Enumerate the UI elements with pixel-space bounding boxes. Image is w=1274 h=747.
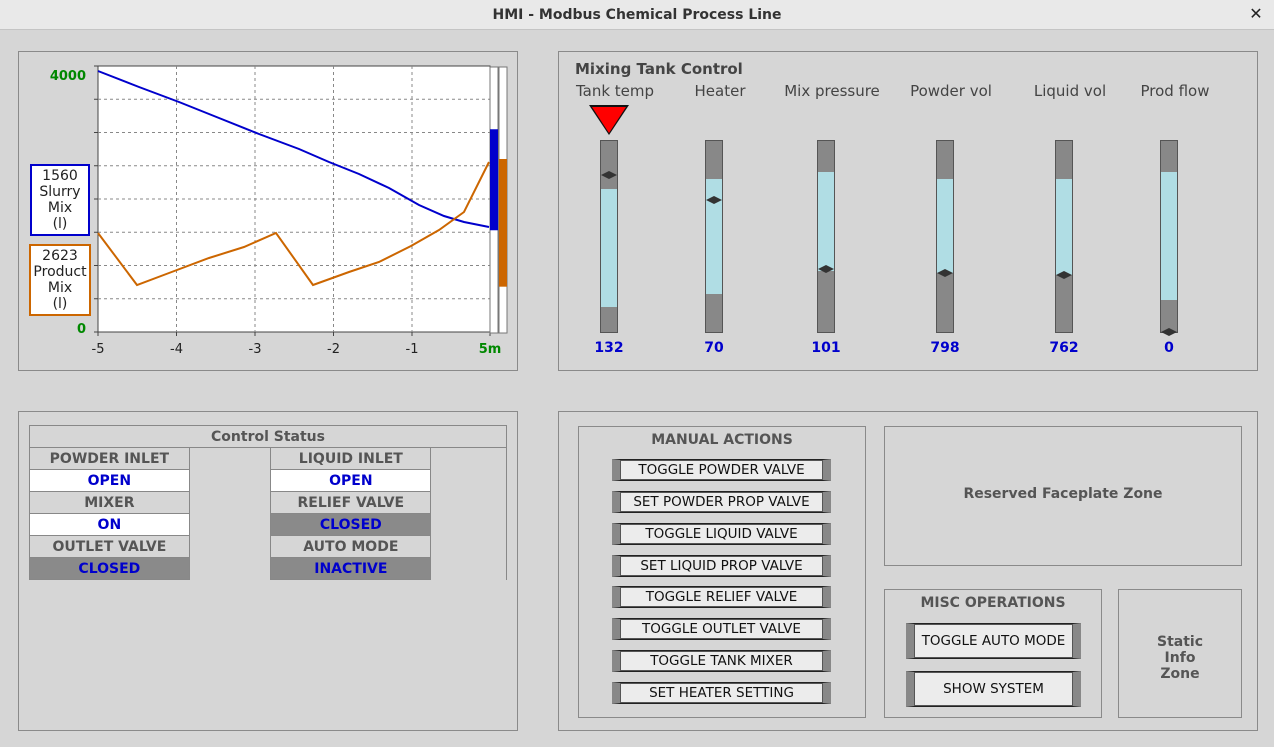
alarm-triangle-icon <box>592 107 626 133</box>
gauge-fill <box>937 179 953 273</box>
gauge-value: 798 <box>930 340 960 356</box>
legend-slurry-line3: (l) <box>52 216 68 232</box>
toggle-auto-mode-button[interactable]: TOGGLE AUTO MODE <box>906 623 1081 659</box>
trend-panel: 4000 0 -5 -4 -3 -2 -1 5m 1560 Slurry Mix (l) 26… <box>18 51 518 371</box>
x-axis-tick-label: -2 <box>327 342 340 357</box>
static-zone-line3: Zone <box>1160 666 1200 682</box>
reserved-zone-label: Reserved Faceplate Zone <box>963 486 1163 502</box>
legend-product-mix: 2623 Product Mix (l) <box>29 244 91 316</box>
gauge-bar <box>1160 140 1178 336</box>
gauge-value: 132 <box>594 340 624 356</box>
gauge-label: Prod flow <box>1140 82 1210 100</box>
legend-product-value: 2623 <box>42 248 78 264</box>
gauge-label: Liquid vol <box>1033 82 1107 100</box>
control-status-title: Control Status <box>29 425 507 448</box>
static-zone-line2: Info <box>1164 650 1196 666</box>
product-level-bar <box>499 159 507 287</box>
reserved-faceplate-zone: Reserved Faceplate Zone <box>884 426 1242 566</box>
status-label-relief-valve: RELIEF VALVE <box>270 491 432 514</box>
y-axis-max-label: 4000 <box>50 69 86 84</box>
toggle-outlet-valve-button[interactable]: TOGGLE OUTLET VALVE <box>612 618 831 640</box>
gauge-bar <box>936 140 954 333</box>
toggle-relief-valve-button[interactable]: TOGGLE RELIEF VALVE <box>612 586 831 608</box>
gauge-label: Tank temp <box>575 82 655 100</box>
show-system-button[interactable]: SHOW SYSTEM <box>906 671 1081 707</box>
gauge-label: Powder vol <box>910 82 992 100</box>
gauge-label: Mix pressure <box>784 82 880 100</box>
status-label-liquid-inlet: LIQUID INLET <box>270 447 432 470</box>
legend-product-line1: Product <box>33 264 87 280</box>
gauge-value: 101 <box>811 340 841 356</box>
static-zone-label: Static Info Zone <box>1119 634 1241 682</box>
status-value-mixer: ON <box>29 513 190 536</box>
x-axis-tick-label: -5 <box>92 342 105 357</box>
control-status-panel: Control Status POWDER INLET LIQUID INLET… <box>18 411 518 731</box>
legend-product-line2: Mix <box>47 280 73 296</box>
gauge-bar <box>1055 140 1073 333</box>
toggle-tank-mixer-button[interactable]: TOGGLE TANK MIXER <box>612 650 831 672</box>
set-liquid-prop-valve-button[interactable]: SET LIQUID PROP VALVE <box>612 555 831 577</box>
control-status-table: Control Status POWDER INLET LIQUID INLET… <box>29 425 507 580</box>
legend-product-line3: (l) <box>52 296 68 312</box>
status-label-powder-inlet: POWDER INLET <box>29 447 190 470</box>
status-value-outlet-valve: CLOSED <box>29 557 190 580</box>
status-value-liquid-inlet: OPEN <box>270 469 432 492</box>
legend-slurry-line1: Slurry <box>39 184 81 200</box>
toggle-liquid-valve-button[interactable]: TOGGLE LIQUID VALVE <box>612 523 831 545</box>
trend-chart: 4000 0 -5 -4 -3 -2 -1 5m <box>50 65 508 357</box>
gauge-value: 762 <box>1049 340 1079 356</box>
x-axis-tick-label: -4 <box>170 342 183 357</box>
status-value-auto-mode: INACTIVE <box>270 557 432 580</box>
gauge-bar <box>705 140 723 333</box>
gauge-bar <box>817 140 835 333</box>
gauge-value: 0 <box>1164 340 1174 356</box>
legend-slurry-value: 1560 <box>42 168 78 184</box>
gauge-fill <box>818 171 834 271</box>
mixing-tank-panel: Mixing Tank Control Tank temp 132 Heater 70… <box>558 51 1258 371</box>
slurry-level-bar <box>490 129 498 231</box>
manual-actions-title: MANUAL ACTIONS <box>651 432 793 448</box>
misc-operations-box: MISC OPERATIONS TOGGLE AUTO MODE SHOW SY… <box>884 589 1102 718</box>
status-spacer <box>188 447 272 580</box>
window-titlebar: HMI - Modbus Chemical Process Line ✕ <box>0 0 1274 30</box>
status-spacer <box>430 447 507 580</box>
window-title: HMI - Modbus Chemical Process Line <box>492 6 782 23</box>
y-axis-min-label: 0 <box>77 322 86 337</box>
plot-area <box>97 65 491 333</box>
misc-operations-title: MISC OPERATIONS <box>920 595 1066 611</box>
toggle-powder-valve-button[interactable]: TOGGLE POWDER VALVE <box>612 459 831 481</box>
manual-actions-box: MANUAL ACTIONS TOGGLE POWDER VALVE SET P… <box>578 426 866 718</box>
set-heater-setting-button[interactable]: SET HEATER SETTING <box>612 682 831 704</box>
gauge-fill <box>1056 179 1072 275</box>
gauge-bar <box>600 140 618 333</box>
status-value-powder-inlet: OPEN <box>29 469 190 492</box>
gauge-fill <box>601 188 617 308</box>
static-zone-line1: Static <box>1156 634 1203 650</box>
actions-panel: MANUAL ACTIONS TOGGLE POWDER VALVE SET P… <box>558 411 1258 731</box>
x-axis-tick-label: -1 <box>406 342 419 357</box>
legend-slurry-line2: Mix <box>47 200 73 216</box>
static-info-zone: Static Info Zone <box>1118 589 1242 718</box>
x-axis-tick-label: 5m <box>479 342 502 357</box>
x-axis-tick-label: -3 <box>249 342 262 357</box>
gauge-fill <box>1161 171 1177 300</box>
gauge-label: Heater <box>694 82 746 100</box>
legend-slurry-mix: 1560 Slurry Mix (l) <box>30 164 90 236</box>
status-label-mixer: MIXER <box>29 491 190 514</box>
close-icon[interactable]: ✕ <box>1246 4 1266 24</box>
status-label-auto-mode: AUTO MODE <box>270 535 432 558</box>
gauge-value: 70 <box>704 340 724 356</box>
mixing-tank-title: Mixing Tank Control <box>575 60 743 78</box>
status-value-relief-valve: CLOSED <box>270 513 432 536</box>
status-label-outlet-valve: OUTLET VALVE <box>29 535 190 558</box>
set-powder-prop-valve-button[interactable]: SET POWDER PROP VALVE <box>612 491 831 513</box>
